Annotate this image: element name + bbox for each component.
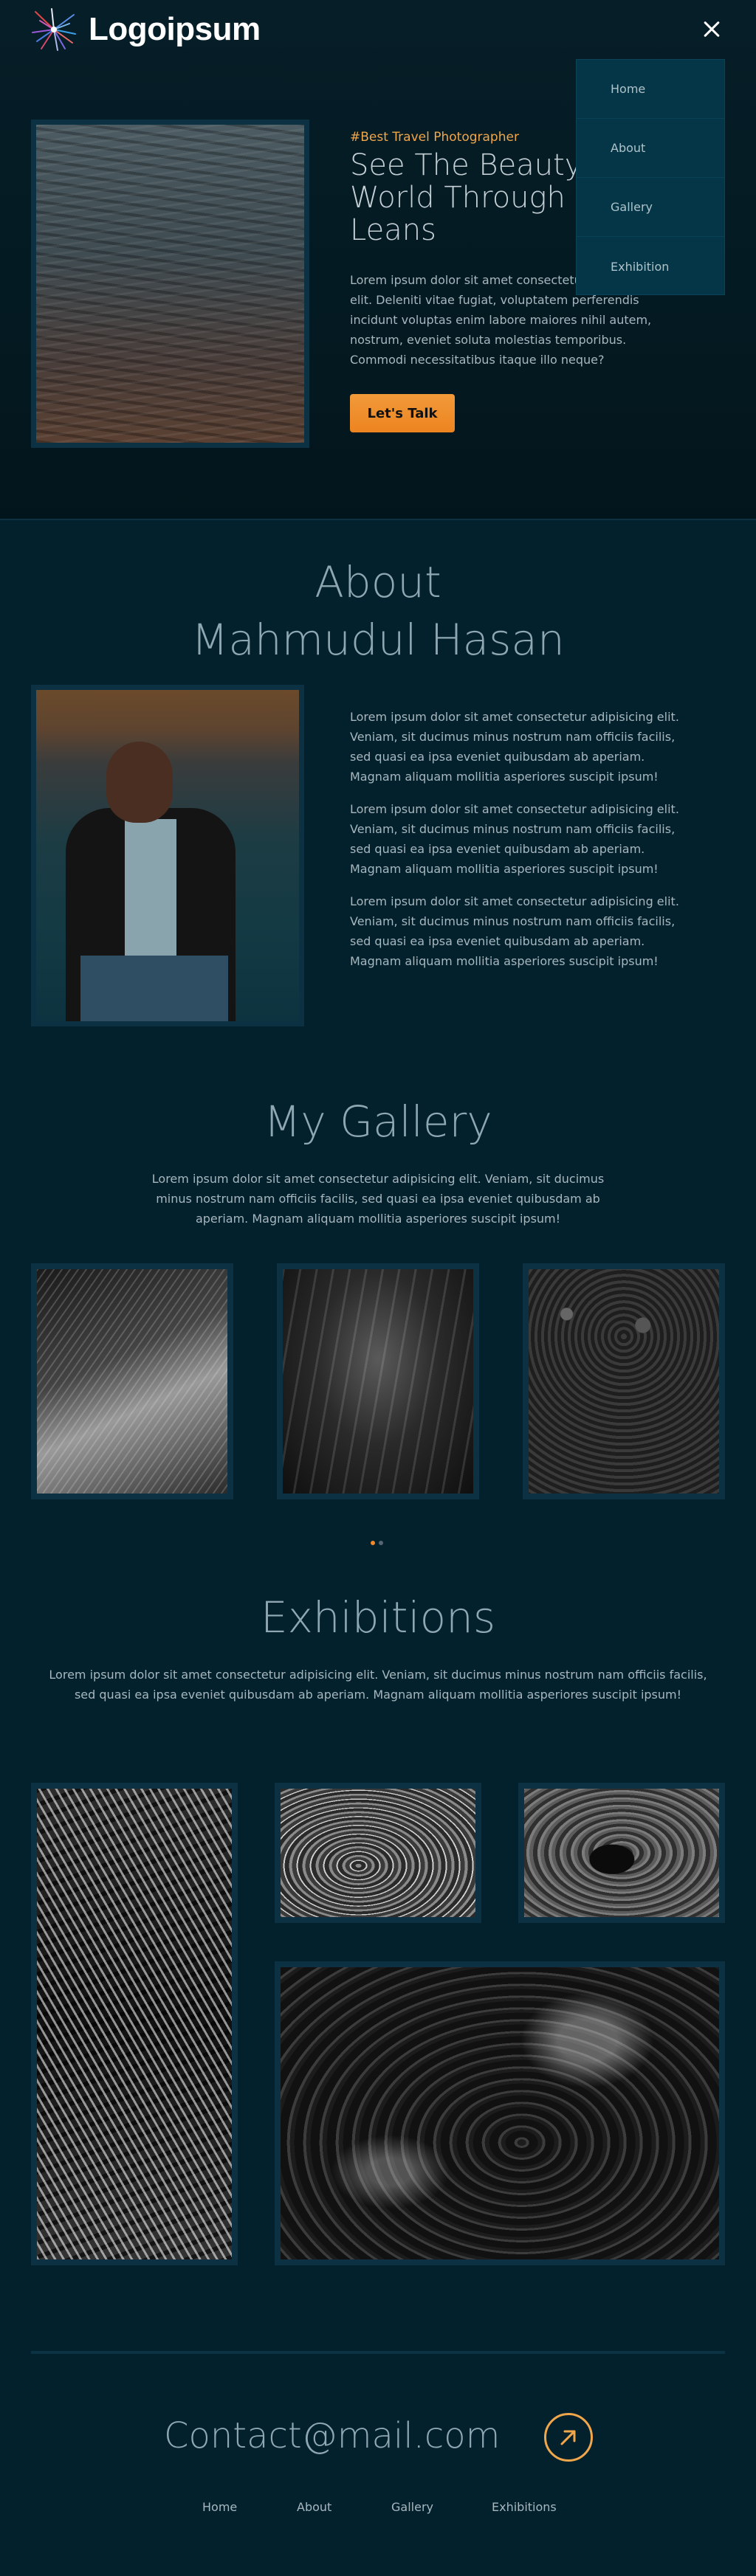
- menu-item-gallery[interactable]: Gallery: [577, 178, 724, 237]
- menu-item-about[interactable]: About: [577, 119, 724, 178]
- portrait-photo: [36, 690, 299, 1021]
- about-title-line1: About: [315, 557, 441, 607]
- figure-shirt: [125, 819, 176, 967]
- footer-link-exhibitions[interactable]: Exhibitions: [492, 2500, 557, 2514]
- nav-dropdown-menu: Home About Gallery Exhibition: [576, 59, 725, 295]
- starburst-logo-icon: [32, 8, 76, 51]
- arrow-up-right-icon: [560, 2430, 576, 2445]
- pagination-dot[interactable]: [379, 1541, 383, 1545]
- gallery-image[interactable]: [31, 1263, 233, 1499]
- footer-link-about[interactable]: About: [297, 2500, 331, 2514]
- moss-texture-photo: [529, 1269, 719, 1494]
- lets-talk-button[interactable]: Let's Talk: [350, 394, 455, 432]
- close-menu-button[interactable]: [697, 15, 726, 44]
- about-title: About Mahmudul Hasan: [0, 553, 756, 669]
- about-paragraph: Lorem ipsum dolor sit amet consectetur a…: [350, 710, 679, 784]
- exhibition-image[interactable]: [275, 1961, 725, 2265]
- palm-frond-photo: [37, 1269, 227, 1494]
- marble-swirl-photo: [37, 1789, 232, 2259]
- pagination-dot-active[interactable]: [371, 1541, 375, 1545]
- gallery-pagination: [371, 1541, 383, 1545]
- about-title-line2: Mahmudul Hasan: [191, 615, 565, 665]
- gallery-image[interactable]: [277, 1263, 479, 1499]
- gallery-description: Lorem ipsum dolor sit amet consectetur a…: [151, 1172, 605, 1226]
- figure-head: [106, 742, 173, 823]
- about-paragraph: Lorem ipsum dolor sit amet consectetur a…: [350, 802, 679, 876]
- contact-arrow-button[interactable]: [544, 2413, 593, 2462]
- exhibitions-description: Lorem ipsum dolor sit amet consectetur a…: [49, 1668, 707, 1702]
- exhibition-image[interactable]: [31, 1783, 238, 2265]
- hero-tag: #Best Travel Photographer: [350, 130, 519, 145]
- footer-divider: [31, 2351, 725, 2354]
- footer-link-gallery[interactable]: Gallery: [391, 2500, 433, 2514]
- gallery-title: My Gallery: [264, 1097, 492, 1147]
- smoke-ink-photo: [281, 1967, 719, 2259]
- page: Logoipsum #Best Travel Photographer See …: [0, 0, 756, 2576]
- hero-divider: [0, 519, 756, 520]
- about-paragraph: Lorem ipsum dolor sit amet consectetur a…: [350, 894, 679, 968]
- hero-photo: [31, 120, 309, 448]
- water-photo: [36, 125, 304, 443]
- footer-link-home[interactable]: Home: [202, 2500, 237, 2514]
- menu-item-home[interactable]: Home: [577, 60, 724, 119]
- menu-item-exhibition[interactable]: Exhibition: [577, 237, 724, 296]
- ink-swirl-photo: [281, 1789, 475, 1917]
- figure-jeans: [80, 956, 228, 1021]
- gallery-image[interactable]: [523, 1263, 725, 1499]
- exhibitions-title: Exhibitions: [260, 1592, 496, 1643]
- exhibition-image[interactable]: [275, 1783, 481, 1923]
- logo[interactable]: Logoipsum: [30, 7, 261, 52]
- palm-leaves-photo: [283, 1269, 473, 1494]
- hero-section: Logoipsum #Best Travel Photographer See …: [0, 0, 756, 520]
- contact-email-link[interactable]: Contact@mail.com: [164, 2410, 500, 2462]
- exhibition-image[interactable]: [518, 1783, 725, 1923]
- logo-text: Logoipsum: [89, 11, 261, 47]
- about-photo: [31, 685, 304, 1026]
- fluid-texture-photo: [524, 1789, 719, 1917]
